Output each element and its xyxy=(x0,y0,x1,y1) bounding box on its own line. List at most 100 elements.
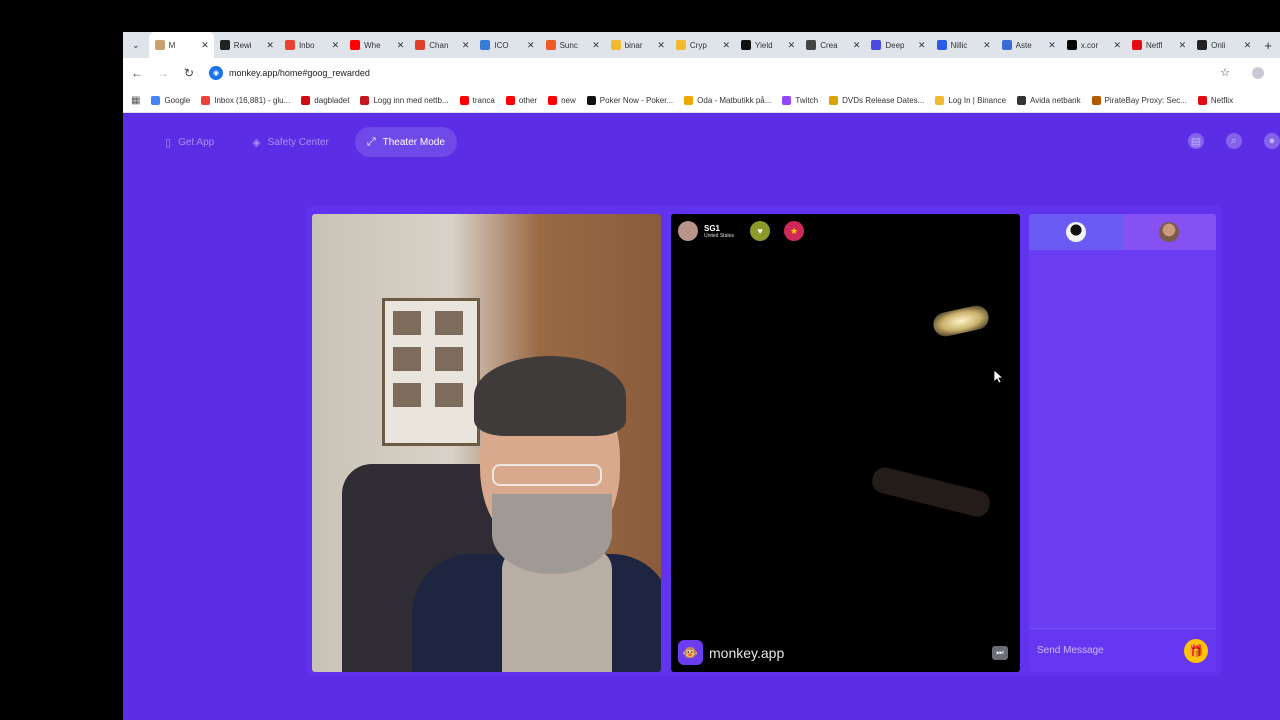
tab-label: Deep xyxy=(885,40,905,50)
bookmark-item[interactable]: other xyxy=(505,95,537,105)
bookmark-label: Google xyxy=(164,95,191,105)
watermark-text: monkey.app xyxy=(709,644,785,661)
browser-tab[interactable]: binar ✕ xyxy=(605,32,670,58)
bookmark-label: Poker Now - Poker... xyxy=(599,95,674,105)
search-icon[interactable]: ⌕ xyxy=(1226,133,1242,149)
tab-close-icon[interactable]: ✕ xyxy=(527,40,535,51)
browser-tab[interactable]: Onli ✕ xyxy=(1191,32,1256,58)
monkey-logo-icon: 🐵 xyxy=(678,640,703,665)
tab-favicon-icon xyxy=(610,40,621,50)
browser-tab[interactable]: x.cor ✕ xyxy=(1061,32,1126,58)
profile-icon[interactable] xyxy=(1252,67,1264,79)
bookmark-star-icon[interactable]: ☆ xyxy=(1220,66,1230,79)
tab-close-icon[interactable]: ✕ xyxy=(462,40,470,51)
tab-favicon-icon xyxy=(1001,40,1012,50)
theater-mode-button[interactable]: ⤢ Theater Mode xyxy=(354,127,457,157)
send-message-input[interactable] xyxy=(1037,645,1167,656)
tab-close-icon[interactable]: ✕ xyxy=(266,40,274,51)
tab-close-icon[interactable]: ✕ xyxy=(983,40,991,51)
gift-icon[interactable]: 🎁 xyxy=(1184,639,1208,663)
bookmark-favicon-icon xyxy=(1197,95,1207,105)
get-app-label: Get App xyxy=(178,136,215,148)
tab-close-icon[interactable]: ✕ xyxy=(1113,40,1121,51)
new-tab-icon[interactable]: + xyxy=(1256,32,1280,58)
reload-icon[interactable]: ↻ xyxy=(177,61,201,85)
tab-close-icon[interactable]: ✕ xyxy=(1179,40,1187,51)
star-badge-icon[interactable]: ★ xyxy=(784,221,805,241)
user-avatar-icon[interactable]: ● xyxy=(1264,133,1280,149)
bookmark-favicon-icon xyxy=(1017,95,1027,105)
back-icon[interactable]: ← xyxy=(125,61,149,85)
tab-close-icon[interactable]: ✕ xyxy=(657,40,665,51)
safety-center-button[interactable]: ◈ Safety Center xyxy=(240,127,341,157)
browser-tab[interactable]: Deep ✕ xyxy=(865,32,930,58)
get-app-button[interactable]: ▯ Get App xyxy=(153,127,226,157)
skip-icon[interactable]: ⏭ xyxy=(992,646,1008,660)
bookmark-item[interactable]: Oda - Matbutikk på... xyxy=(684,95,772,105)
browser-tab[interactable]: Sunc ✕ xyxy=(540,32,605,58)
tab-close-icon[interactable]: ✕ xyxy=(788,40,796,51)
bookmark-item[interactable]: Google xyxy=(151,95,191,105)
bookmark-item[interactable]: Netflix xyxy=(1197,95,1234,105)
bookmark-item[interactable]: PirateBay Proxy: Sec... xyxy=(1091,95,1187,105)
tab-close-icon[interactable]: ✕ xyxy=(1048,40,1056,51)
tab-close-icon[interactable]: ✕ xyxy=(1244,40,1252,51)
browser-tab[interactable]: Aste ✕ xyxy=(996,32,1061,58)
self-video xyxy=(312,214,661,672)
browser-tab[interactable]: Nillic ✕ xyxy=(931,32,996,58)
browser-tab[interactable]: ICO ✕ xyxy=(474,32,539,58)
tab-search-icon[interactable]: ⌄ xyxy=(123,32,149,58)
chat-tab-peer[interactable] xyxy=(1122,214,1216,250)
tab-close-icon[interactable]: ✕ xyxy=(201,40,209,51)
chat-tab-self[interactable] xyxy=(1029,214,1123,250)
forward-icon[interactable]: → xyxy=(151,61,175,85)
peer-info[interactable]: SG1 United States ♥ ★ xyxy=(678,221,805,241)
tab-close-icon[interactable]: ✕ xyxy=(592,40,600,51)
bookmark-favicon-icon xyxy=(151,95,161,105)
browser-tab[interactable]: Inbo ✕ xyxy=(279,32,344,58)
tab-close-icon[interactable]: ✕ xyxy=(332,40,340,51)
address-bar[interactable]: ◉ monkey.app/home#goog_rewarded xyxy=(209,62,1209,84)
tab-close-icon[interactable]: ✕ xyxy=(397,40,405,51)
tab-close-icon[interactable]: ✕ xyxy=(918,40,926,51)
tab-favicon-icon xyxy=(415,40,426,50)
bookmark-item[interactable]: DVDs Release Dates... xyxy=(829,95,924,105)
bookmark-item[interactable]: dagbladet xyxy=(301,95,349,105)
expand-icon: ⤢ xyxy=(366,135,376,148)
peer-hand xyxy=(869,464,993,520)
browser-tab[interactable]: Chan ✕ xyxy=(409,32,474,58)
heart-badge-icon[interactable]: ♥ xyxy=(750,221,771,241)
address-text: monkey.app/home#goog_rewarded xyxy=(229,68,370,78)
browser-tab[interactable]: Cryp ✕ xyxy=(670,32,735,58)
tab-close-icon[interactable]: ✕ xyxy=(853,40,861,51)
browser-tab[interactable]: M ✕ xyxy=(148,32,214,58)
browser-tab[interactable]: Yield ✕ xyxy=(735,32,800,58)
bookmark-item[interactable]: tranca xyxy=(459,95,495,105)
browser-tab[interactable]: Whe ✕ xyxy=(344,32,409,58)
bookmark-item[interactable]: Twitch xyxy=(782,95,818,105)
bookmark-item[interactable]: Inbox (16,881) - glu... xyxy=(201,95,290,105)
browser-tab[interactable]: Netfl ✕ xyxy=(1126,32,1191,58)
tab-favicon-icon xyxy=(1131,40,1142,50)
tab-label: binar xyxy=(624,40,643,50)
browser-tab[interactable]: Rewi ✕ xyxy=(214,32,279,58)
monkey-app-page: ▯ Get App ◈ Safety Center ⤢ Theater Mode… xyxy=(123,113,1280,720)
bookmark-label: Netflix xyxy=(1210,95,1234,105)
self-person xyxy=(412,356,661,672)
apps-grid-icon[interactable]: ▦ xyxy=(131,95,140,106)
safety-center-label: Safety Center xyxy=(267,136,329,148)
tab-close-icon[interactable]: ✕ xyxy=(723,40,731,51)
bookmark-item[interactable]: Poker Now - Poker... xyxy=(586,95,674,105)
browser-tab[interactable]: Crea ✕ xyxy=(800,32,865,58)
shop-icon[interactable]: ▤ xyxy=(1188,133,1204,149)
bookmark-item[interactable]: new xyxy=(548,95,576,105)
bookmark-item[interactable]: Avida netbank xyxy=(1017,95,1081,105)
bookmark-item[interactable]: Log In | Binance xyxy=(935,95,1006,105)
bookmark-favicon-icon xyxy=(360,95,370,105)
bookmark-label: Oda - Matbutikk på... xyxy=(697,95,772,105)
tab-favicon-icon xyxy=(936,40,947,50)
bookmark-item[interactable]: Logg inn med nettb... xyxy=(360,95,449,105)
site-info-icon[interactable]: ◉ xyxy=(209,66,223,80)
bookmark-favicon-icon xyxy=(459,95,469,105)
peer-avatar[interactable] xyxy=(678,221,698,241)
